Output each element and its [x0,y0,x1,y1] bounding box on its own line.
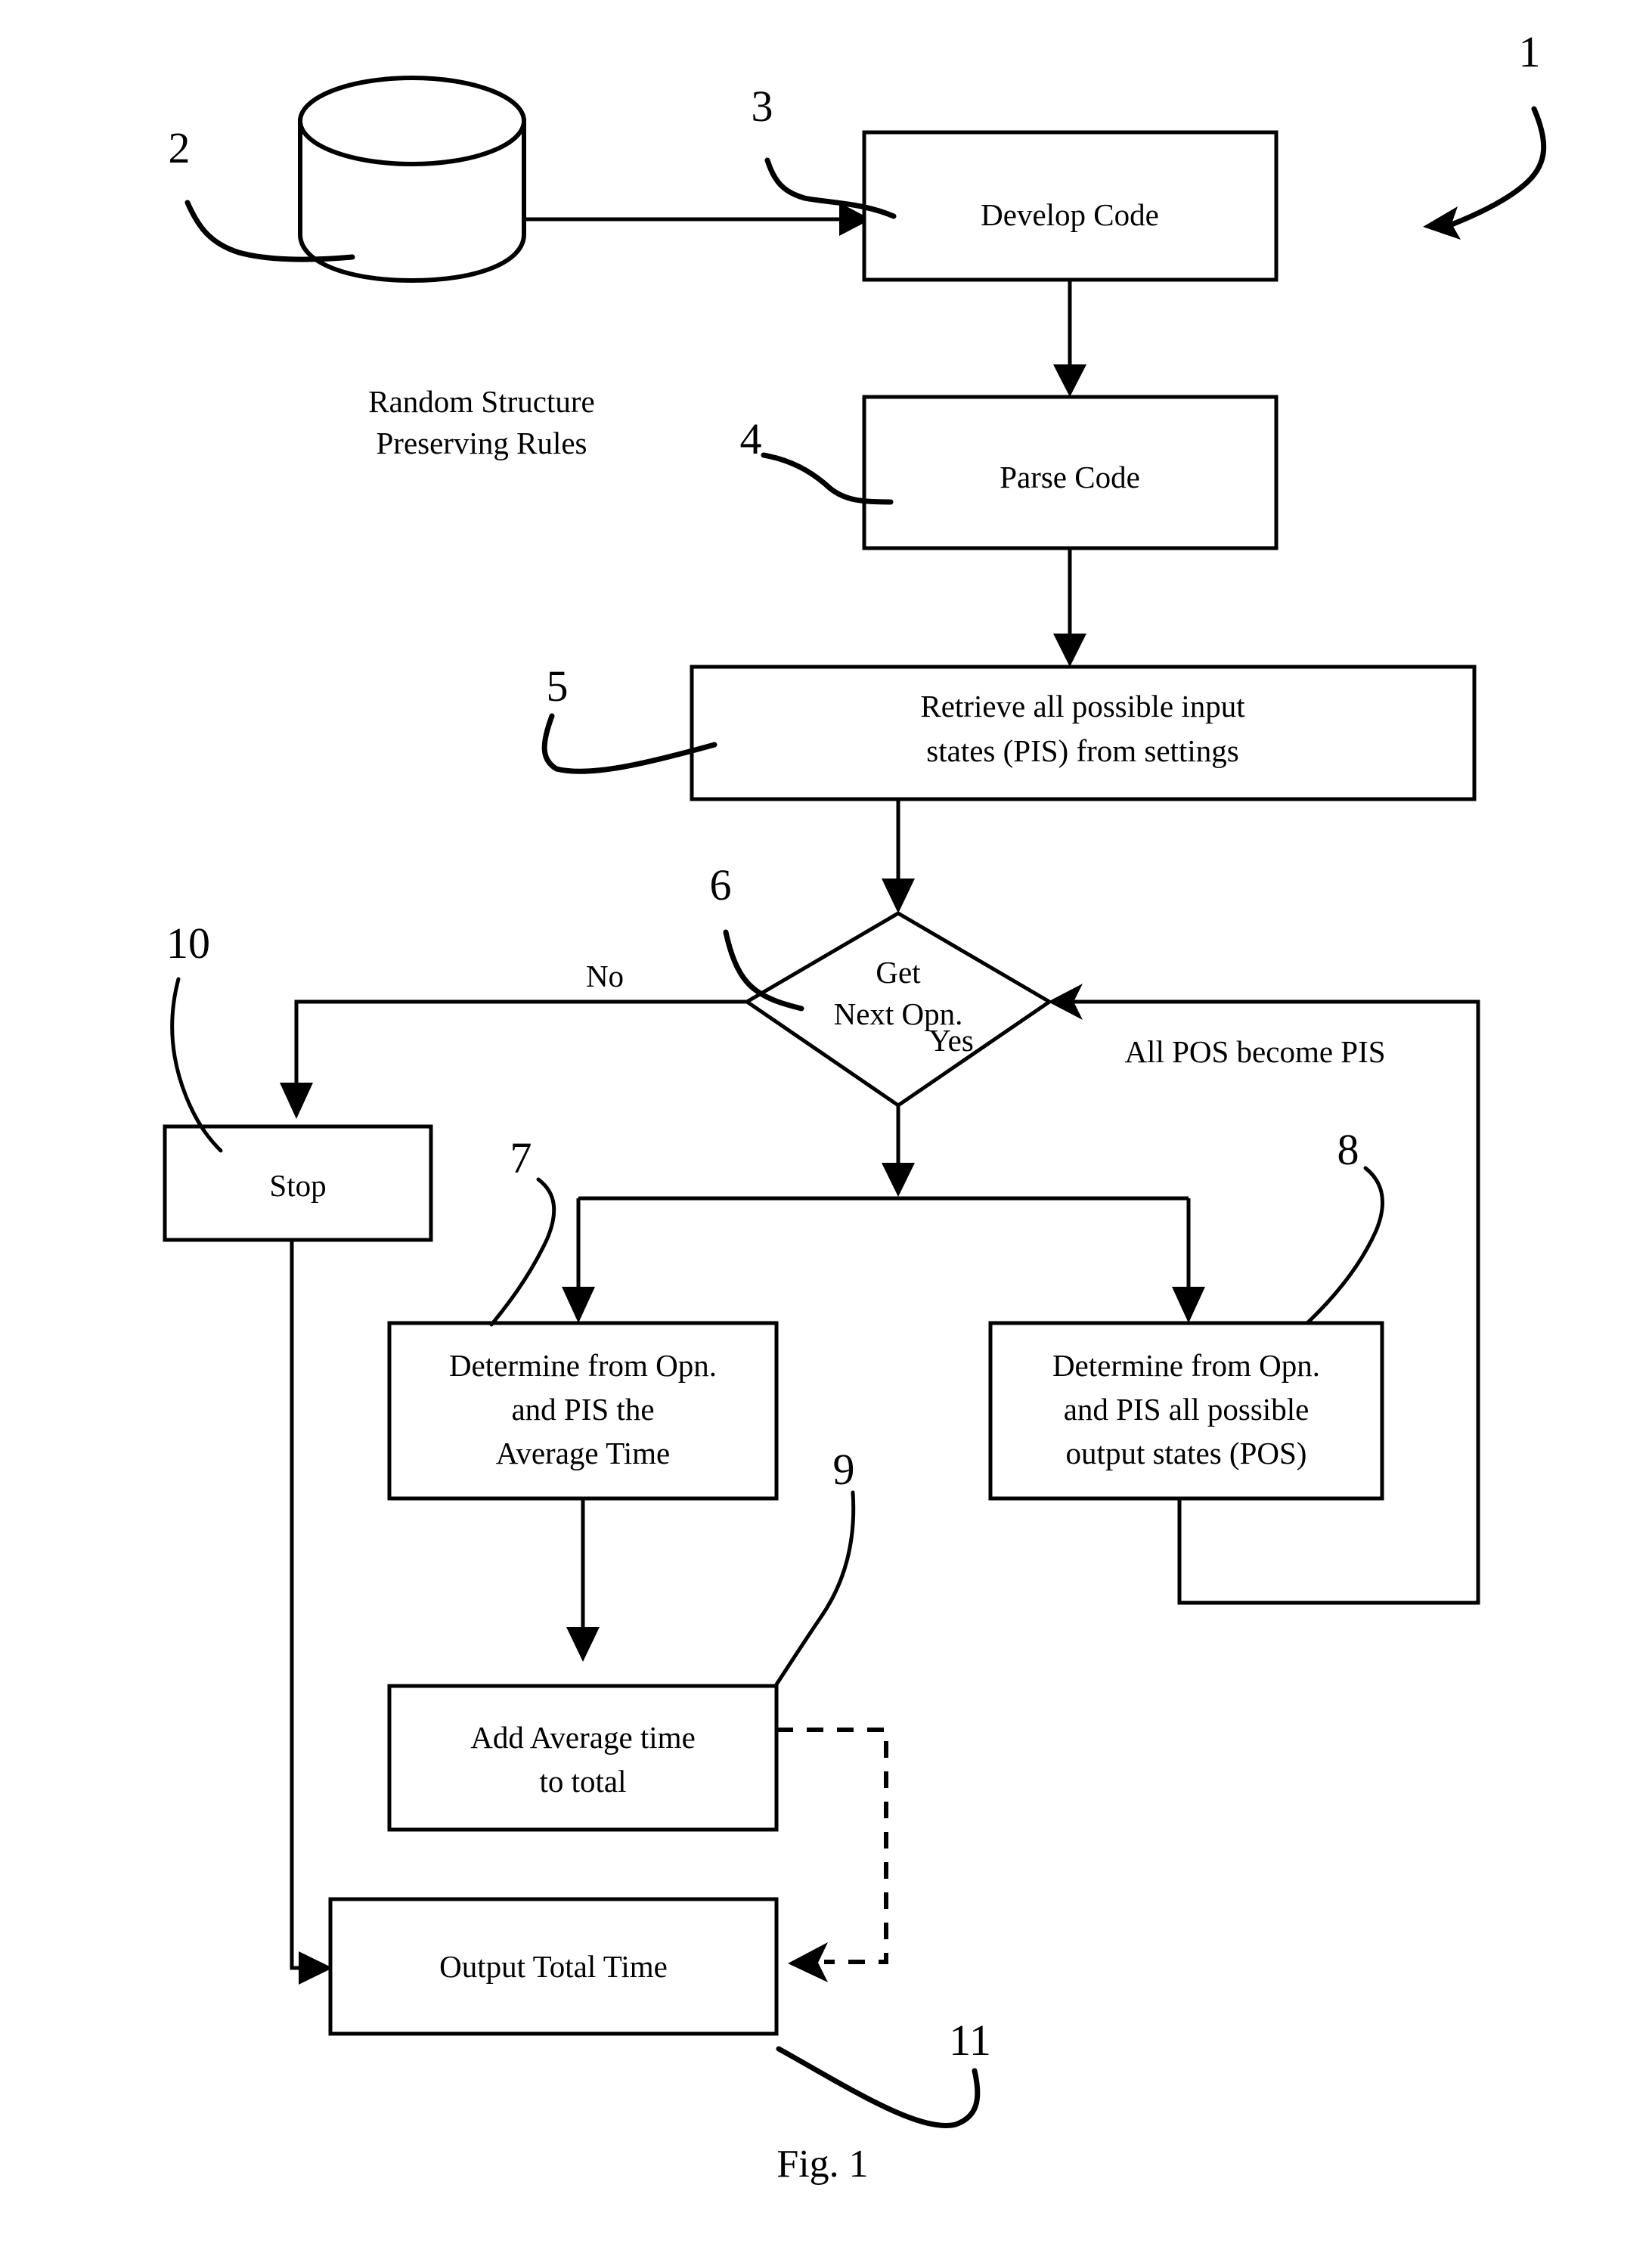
edge-no-to-stop-arrowhead [280,1083,313,1119]
node-decision-line1: Get [876,955,921,990]
edge-stop-to-output [290,1240,302,1970]
edge-pos-loop-back [1066,999,1480,1605]
patent-figure-root: 1 2 Random Structure Preserving Rules De… [0,0,1652,2256]
reference-9-leader [774,1490,856,1687]
node-determine-average-time-line3: Average Time [496,1436,670,1470]
edge-parse-to-retrieve-arrowhead [1053,634,1086,667]
node-determine-pos-line1: Determine from Opn. [1052,1348,1320,1383]
node-determine-average-time-line1: Determine from Opn. [449,1348,717,1383]
edge-label-no: No [586,959,624,993]
edge-label-all-pos-become-pis: All POS become PIS [1124,1034,1385,1069]
node-parse-code-label: Parse Code [1000,460,1140,494]
reference-7-group: 7 [489,1133,556,1327]
reference-number-5: 5 [547,662,569,711]
reference-number-2: 2 [169,123,191,172]
edge-develop-to-parse-arrowhead [1053,364,1086,397]
node-develop-code-label: Develop Code [981,197,1159,232]
reference-number-9: 9 [833,1445,855,1494]
node-add-average-time[interactable] [387,1684,779,1832]
reference-11-group: 11 [776,2016,991,2128]
reference-7-leader [489,1177,556,1327]
node-stop-label: Stop [269,1168,326,1203]
reference-number-4: 4 [740,414,762,463]
node-retrieve-pis-line1: Retrieve all possible input [920,689,1245,724]
datastore-cylinder [298,76,526,284]
reference-number-10: 10 [166,919,210,968]
node-determine-pos-line3: output states (POS) [1066,1436,1307,1470]
edge-label-yes: Yes [928,1023,974,1058]
reference-9-group: 9 [774,1445,856,1687]
edge-no-to-stop [294,999,747,1089]
reference-5-group: 5 [541,662,718,774]
datastore-caption-line1: Random Structure [368,384,594,419]
datastore-caption-line2: Preserving Rules [377,426,587,460]
reference-1-group: 1 [1423,27,1547,240]
reference-8-group: 8 [1305,1125,1384,1325]
edge-retrieve-to-decision-arrowhead [882,879,915,913]
edge-stop-to-output-arrowhead [299,1951,333,1985]
reference-number-8: 8 [1337,1125,1359,1174]
node-add-average-time-line1: Add Average time [470,1720,696,1755]
node-add-average-time-line2: to total [539,1764,626,1799]
reference-number-6: 6 [710,860,732,910]
cylinder-top-ellipse [298,76,526,166]
edge-add-average-to-output-arrowhead [788,1942,828,1982]
reference-1-leader [1449,106,1547,228]
edge-split-right-arrowhead [1172,1287,1205,1323]
node-retrieve-pis-line2: states (PIS) from settings [926,733,1238,768]
figure-caption: Fig. 1 [776,2143,868,2186]
reference-number-1: 1 [1519,27,1541,76]
reference-5-leader [541,713,718,774]
edge-add-average-to-output-dashed [776,1728,888,1964]
reference-number-11: 11 [949,2016,991,2065]
reference-8-leader [1305,1166,1384,1325]
flowchart-canvas: 1 2 Random Structure Preserving Rules De… [163,27,1547,2186]
reference-11-leader [776,2046,981,2128]
reference-number-3: 3 [752,82,773,131]
node-determine-average-time-line2: and PIS the [511,1392,654,1427]
reference-number-7: 7 [510,1133,532,1182]
node-output-total-time-label: Output Total Time [439,1949,668,1984]
edge-average-to-add-arrowhead [566,1627,600,1662]
edge-yes-arrowhead [882,1163,915,1197]
node-determine-pos-line2: and PIS all possible [1064,1392,1310,1427]
reference-10-group: 10 [166,919,223,1153]
edge-split-left-arrowhead [562,1287,595,1323]
